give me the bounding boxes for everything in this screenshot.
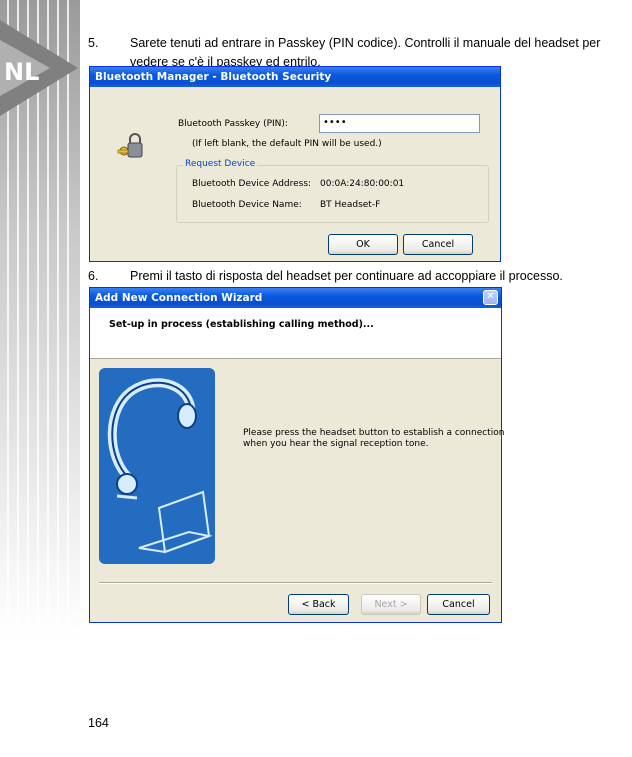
cancel-button[interactable]: Cancel	[403, 234, 473, 255]
wizard-heading: Set-up in process (establishing calling …	[109, 319, 374, 330]
device-name-value: BT Headset-F	[320, 200, 381, 210]
side-tab-logo: NL	[0, 0, 80, 640]
page-number: 164	[88, 716, 109, 730]
address-value: 00:0A:24:80:00:01	[320, 179, 405, 189]
divider	[99, 582, 492, 584]
group-title: Request Device	[183, 159, 258, 169]
dialog-titlebar: Add New Connection Wizard ✕	[90, 288, 501, 308]
headset-laptop-illustration	[99, 368, 215, 564]
wizard-message-line1: Please press the headset button to estab…	[243, 428, 505, 438]
address-label: Bluetooth Device Address:	[192, 179, 312, 189]
back-button[interactable]: < Back	[288, 594, 349, 615]
padlock-key-icon	[117, 133, 143, 158]
wizard-header: Set-up in process (establishing calling …	[90, 308, 501, 359]
wizard-message-line2: when you hear the signal reception tone.	[243, 439, 429, 449]
passkey-label: Bluetooth Passkey (PIN):	[178, 119, 288, 129]
bluetooth-security-dialog: Bluetooth Manager - Bluetooth Security B…	[89, 66, 501, 262]
step-number: 5.	[88, 36, 99, 50]
svg-text:NL: NL	[4, 58, 39, 86]
passkey-input[interactable]: ••••	[319, 114, 480, 133]
ok-button[interactable]: OK	[328, 234, 398, 255]
dialog-title: Add New Connection Wizard	[95, 292, 263, 304]
step-6: 6. Premi il tasto di risposta del headse…	[88, 267, 608, 287]
step-text: Premi il tasto di risposta del headset p…	[130, 269, 563, 283]
next-button[interactable]: Next >	[361, 594, 421, 615]
passkey-hint: (If left blank, the default PIN will be …	[192, 139, 382, 149]
cancel-button[interactable]: Cancel	[427, 594, 490, 615]
request-device-group: Request Device	[176, 159, 489, 223]
connection-wizard-dialog: Add New Connection Wizard ✕ Set-up in pr…	[89, 287, 505, 623]
dialog-titlebar: Bluetooth Manager - Bluetooth Security	[90, 67, 500, 87]
close-button[interactable]: ✕	[483, 290, 498, 305]
device-name-label: Bluetooth Device Name:	[192, 200, 302, 210]
step-number: 6.	[88, 269, 99, 283]
